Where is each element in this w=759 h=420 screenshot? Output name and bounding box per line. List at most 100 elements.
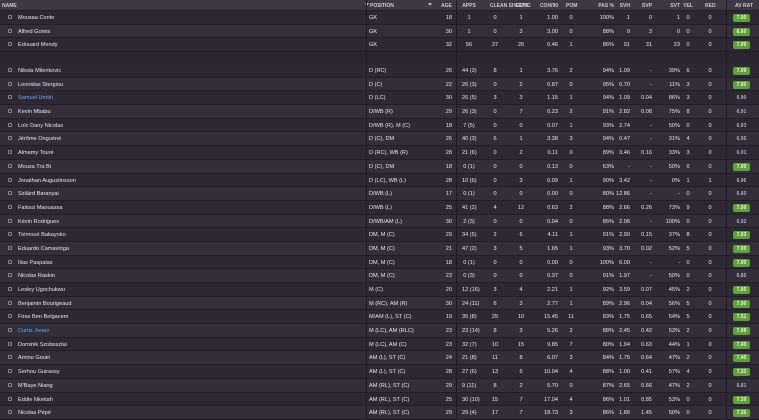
player-row[interactable]: Samuel UmtitiD (LC)3026 (5)331.15194%1.0…	[0, 91, 759, 105]
player-row[interactable]: Nicolas RaskinDM, M (C)230 (3)000.37091%…	[0, 269, 759, 283]
stat-cell: 7	[566, 342, 576, 348]
player-row[interactable]: Szilárd BaranyaiD/WB (L)170 (1)000.00080…	[0, 187, 759, 201]
player-row[interactable]: Faitout MaouassaD/WB (L)2541 (2)4120.632…	[0, 201, 759, 215]
player-row[interactable]: Firas Ben BelgacemM/AM (L), ST (C)1935 (…	[0, 310, 759, 324]
player-row[interactable]: Eduardo CamavingaDM, M (C)2147 (2)351.65…	[0, 242, 759, 256]
player-row[interactable]: M'Baye NiangAM (RL), ST (C)299 (11)825.7…	[0, 379, 759, 393]
name-column-header[interactable]: NAME	[2, 3, 17, 9]
player-position: D/WB (L)	[369, 205, 392, 211]
player-status-icon	[8, 150, 12, 154]
player-name[interactable]: Nikola Milenkovic	[18, 68, 61, 74]
stat-cell: 0	[705, 369, 715, 375]
stat-cell: 3	[683, 95, 693, 101]
player-name[interactable]: Jonathan Augustinsson	[18, 178, 76, 184]
player-age: 18	[436, 123, 452, 129]
player-row[interactable]: Kévin RodriguesD/WB/AM (L)302 (3)000.040…	[0, 215, 759, 229]
col7-header[interactable]: SVH	[612, 3, 630, 9]
player-name[interactable]: Serhou Guirassy	[18, 369, 60, 375]
stat-cell: 8	[683, 232, 693, 238]
player-name[interactable]: Faitout Maouassa	[18, 205, 62, 211]
player-name[interactable]: Eduardo Camavinga	[18, 246, 69, 252]
apps-column-header[interactable]: APPS	[462, 3, 476, 9]
player-row[interactable]: Serhou GuirassyAM (L), ST (C)2827 (6)135…	[0, 365, 759, 379]
col3-header[interactable]: CONC	[516, 3, 526, 9]
player-name[interactable]: Kévin Rodrigues	[18, 219, 59, 225]
player-name[interactable]: Dominik Szoboszlai	[18, 342, 67, 348]
player-row[interactable]: Almamy TouréD (RC), WB (R)2821 (6)020.11…	[0, 146, 759, 160]
player-name[interactable]: Ilias Paspalas	[18, 260, 53, 266]
player-name[interactable]: Amine Gouiri	[18, 355, 50, 361]
player-row[interactable]: Tiémoué BakayokoDM, M (C)2934 (5)264.111…	[0, 228, 759, 242]
player-row[interactable]: Alfred GomisGK301033.00088%030006.60	[0, 25, 759, 39]
col10-header[interactable]: YEL	[683, 3, 693, 9]
player-name[interactable]: Eddie Nketiah	[18, 397, 53, 403]
player-name[interactable]: Firas Ben Belgacem	[18, 314, 68, 320]
player-row[interactable]: Edouard MendyGK325637260.46186%913123007…	[0, 38, 759, 52]
player-name[interactable]: Almamy Touré	[18, 150, 54, 156]
player-name[interactable]: M'Baye Niang	[18, 383, 53, 389]
player-name[interactable]: Mousaa Conte	[18, 15, 54, 21]
player-row[interactable]: Mousa Tra BiD (C), DM180 (1)000.13063%--…	[0, 160, 759, 174]
stat-cell: 4	[566, 397, 576, 403]
player-name[interactable]: Kevin Mbabu	[18, 109, 51, 115]
player-row[interactable]: Curtis JonesM (LC), AM (RLC)2323 (14)835…	[0, 324, 759, 338]
stat-cell: 0	[683, 123, 693, 129]
player-name[interactable]: Samuel Umtiti	[18, 95, 53, 101]
player-row[interactable]: Lesley UgochukwuM (C)2012 (16)342.21192%…	[0, 283, 759, 297]
col8-header[interactable]: SVP	[630, 3, 652, 9]
stat-cell: 0	[683, 42, 693, 48]
stat-cell: 73%	[658, 205, 680, 211]
player-row[interactable]: Jérôme OnguénéD (C), DM2640 (3)613.38394…	[0, 132, 759, 146]
player-status-icon	[8, 29, 12, 33]
player-name[interactable]: Benjamin Bourigeaud	[18, 301, 72, 307]
player-name[interactable]: Leonidas Stergiou	[18, 82, 63, 88]
col2-header[interactable]: CLEAN SHEETS	[490, 3, 500, 9]
stat-cell: 47 (2)	[462, 246, 476, 252]
col5-header[interactable]: POM	[566, 3, 576, 9]
player-name[interactable]: Jérôme Onguéné	[18, 136, 61, 142]
col11-header[interactable]: RED	[705, 3, 715, 9]
player-name[interactable]: Nicolas Raskin	[18, 273, 55, 279]
col6-header[interactable]: PAS %	[590, 3, 614, 9]
player-row[interactable]: Mousaa ConteGK181011.000100%101007.00	[0, 11, 759, 25]
player-row[interactable]: Nikola MilenkovicD (RC)2644 (3)813.76294…	[0, 64, 759, 78]
player-row[interactable]: Ilias PaspalasDM, M (C)180 (1)000.000100…	[0, 256, 759, 270]
player-position: D/WB/AM (L)	[369, 219, 402, 225]
position-column-header[interactable]: POSITION	[370, 3, 394, 9]
stat-cell: 26	[516, 42, 526, 48]
stat-cell: 0	[705, 287, 715, 293]
player-row[interactable]: Loïc Dany NicolasD/WB (R), M (C)187 (5)0…	[0, 119, 759, 133]
average-rating-badge: 6.81	[733, 382, 750, 390]
player-row[interactable]: Amine GouiriAM (L), ST (C)2421 (8)1186.0…	[0, 351, 759, 365]
stat-cell: 0.07	[534, 123, 558, 129]
player-name[interactable]: Nicolas Pépé	[18, 410, 51, 416]
col9-header[interactable]: SVT	[658, 3, 680, 9]
stat-cell: 1	[612, 15, 630, 21]
player-row[interactable]: Leonidas StergiouD (C)2226 (3)020.87095%…	[0, 78, 759, 92]
stat-cell: 1.45	[630, 410, 652, 416]
player-row[interactable]: Benjamin BourigeaudM (RC), AM (R)3024 (1…	[0, 297, 759, 311]
av-rating-column-header[interactable]: AV RAT	[735, 3, 751, 9]
player-row[interactable]: Dominik SzoboszlaiM (LC), AM (C)2332 (7)…	[0, 338, 759, 352]
player-name[interactable]: Mousa Tra Bi	[18, 164, 51, 170]
player-name[interactable]: Loïc Dany Nicolas	[18, 123, 63, 129]
player-name[interactable]: Edouard Mendy	[18, 42, 58, 48]
player-row[interactable]: Kevin MbabuD/WB (R)2926 (3)070.23291%2.8…	[0, 105, 759, 119]
sort-arrow-icon[interactable]	[428, 3, 432, 6]
player-name[interactable]: Tiémoué Bakayoko	[18, 232, 66, 238]
stat-cell: 9.85	[534, 342, 558, 348]
player-name[interactable]: Lesley Ugochukwu	[18, 287, 65, 293]
player-row[interactable]: Jonathan AugustinssonD (LC), WB (L)2810 …	[0, 174, 759, 188]
player-name[interactable]: Szilárd Baranyai	[18, 191, 59, 197]
average-rating-badge: 7.00	[733, 259, 750, 267]
age-column-header[interactable]: AGE	[436, 3, 452, 9]
player-name[interactable]: Curtis Jones	[18, 328, 49, 334]
average-rating-badge: 6.93	[733, 122, 750, 130]
player-name[interactable]: Alfred Gomis	[18, 29, 50, 35]
player-status-icon	[8, 355, 12, 359]
player-row[interactable]: Eddie NketiahAM (RL), ST (C)2530 (10)157…	[0, 393, 759, 407]
col4-header[interactable]: CON/90	[534, 3, 558, 9]
stat-cell: 1.15	[534, 95, 558, 101]
player-status-icon	[8, 232, 12, 236]
stat-cell: 10.04	[534, 369, 558, 375]
